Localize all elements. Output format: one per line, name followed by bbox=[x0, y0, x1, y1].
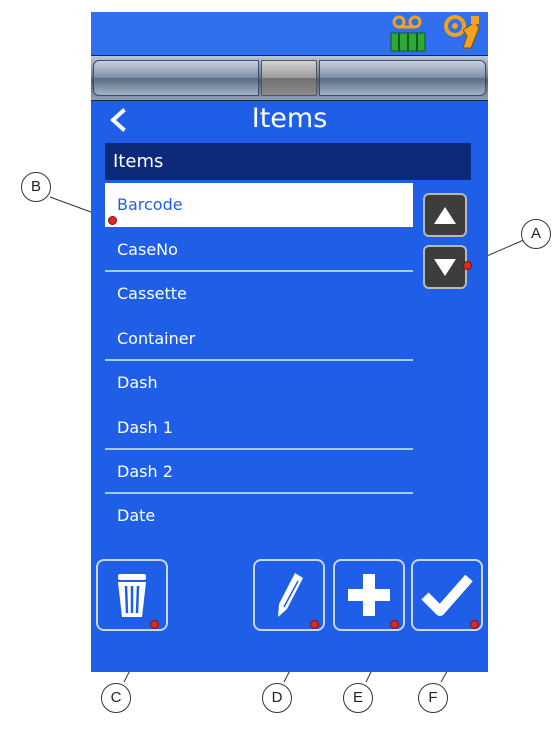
marker-dot-f bbox=[470, 620, 479, 629]
toolbar-handle[interactable] bbox=[261, 60, 317, 96]
arrow-up-icon bbox=[434, 207, 456, 224]
tape-cassette-icon bbox=[390, 15, 426, 52]
printer-screen: Items Items Barcode CaseNo Cassette Cont… bbox=[91, 12, 488, 672]
printhead-icon bbox=[444, 15, 480, 49]
list-item[interactable]: Container bbox=[105, 317, 413, 361]
list-item[interactable]: Dash 2 bbox=[105, 450, 413, 494]
pencil-icon bbox=[278, 573, 303, 617]
items-list: Barcode CaseNo Cassette Container Dash D… bbox=[105, 183, 413, 539]
marker-dot-a bbox=[463, 261, 472, 270]
callout-d: D bbox=[262, 683, 292, 713]
list-item[interactable]: Dash 1 bbox=[105, 406, 413, 450]
list-item-label: Dash bbox=[117, 373, 158, 392]
marker-dot-e bbox=[390, 620, 399, 629]
list-item[interactable]: CaseNo bbox=[105, 228, 413, 272]
marker-dot-c bbox=[150, 620, 159, 629]
scroll-up-button[interactable] bbox=[423, 193, 467, 237]
list-item-label: Cassette bbox=[117, 284, 187, 303]
list-item-label: Container bbox=[117, 329, 196, 348]
list-item[interactable]: Dash bbox=[105, 361, 413, 405]
page-title: Items bbox=[251, 103, 328, 134]
callout-f: F bbox=[418, 683, 448, 713]
list-item[interactable]: Date bbox=[105, 494, 413, 538]
callout-b: B bbox=[21, 172, 51, 202]
list-item-label: Dash 2 bbox=[117, 462, 173, 481]
arrow-down-icon bbox=[434, 259, 456, 276]
list-item-label: Dash 1 bbox=[117, 418, 173, 437]
toolbar-slider bbox=[91, 55, 488, 101]
list-item-label: Date bbox=[117, 506, 156, 525]
toolbar-right-segment bbox=[319, 60, 486, 96]
marker-dot-b bbox=[108, 216, 117, 225]
checkmark-icon bbox=[421, 574, 473, 616]
callout-a: A bbox=[521, 219, 551, 249]
toolbar-left-segment bbox=[93, 60, 259, 96]
status-bar bbox=[91, 12, 488, 55]
scroll-down-button[interactable] bbox=[423, 245, 467, 289]
marker-dot-d bbox=[310, 620, 319, 629]
callout-e: E bbox=[343, 683, 373, 713]
callout-c: C bbox=[101, 683, 131, 713]
list-item-label: CaseNo bbox=[117, 240, 178, 259]
plus-icon bbox=[348, 574, 390, 616]
list-item-label: Barcode bbox=[117, 195, 183, 214]
list-item[interactable]: Cassette bbox=[105, 272, 413, 316]
list-header: Items bbox=[105, 143, 471, 180]
title-row: Items bbox=[91, 101, 488, 141]
trash-icon bbox=[118, 574, 146, 617]
list-item[interactable]: Barcode bbox=[105, 183, 413, 227]
